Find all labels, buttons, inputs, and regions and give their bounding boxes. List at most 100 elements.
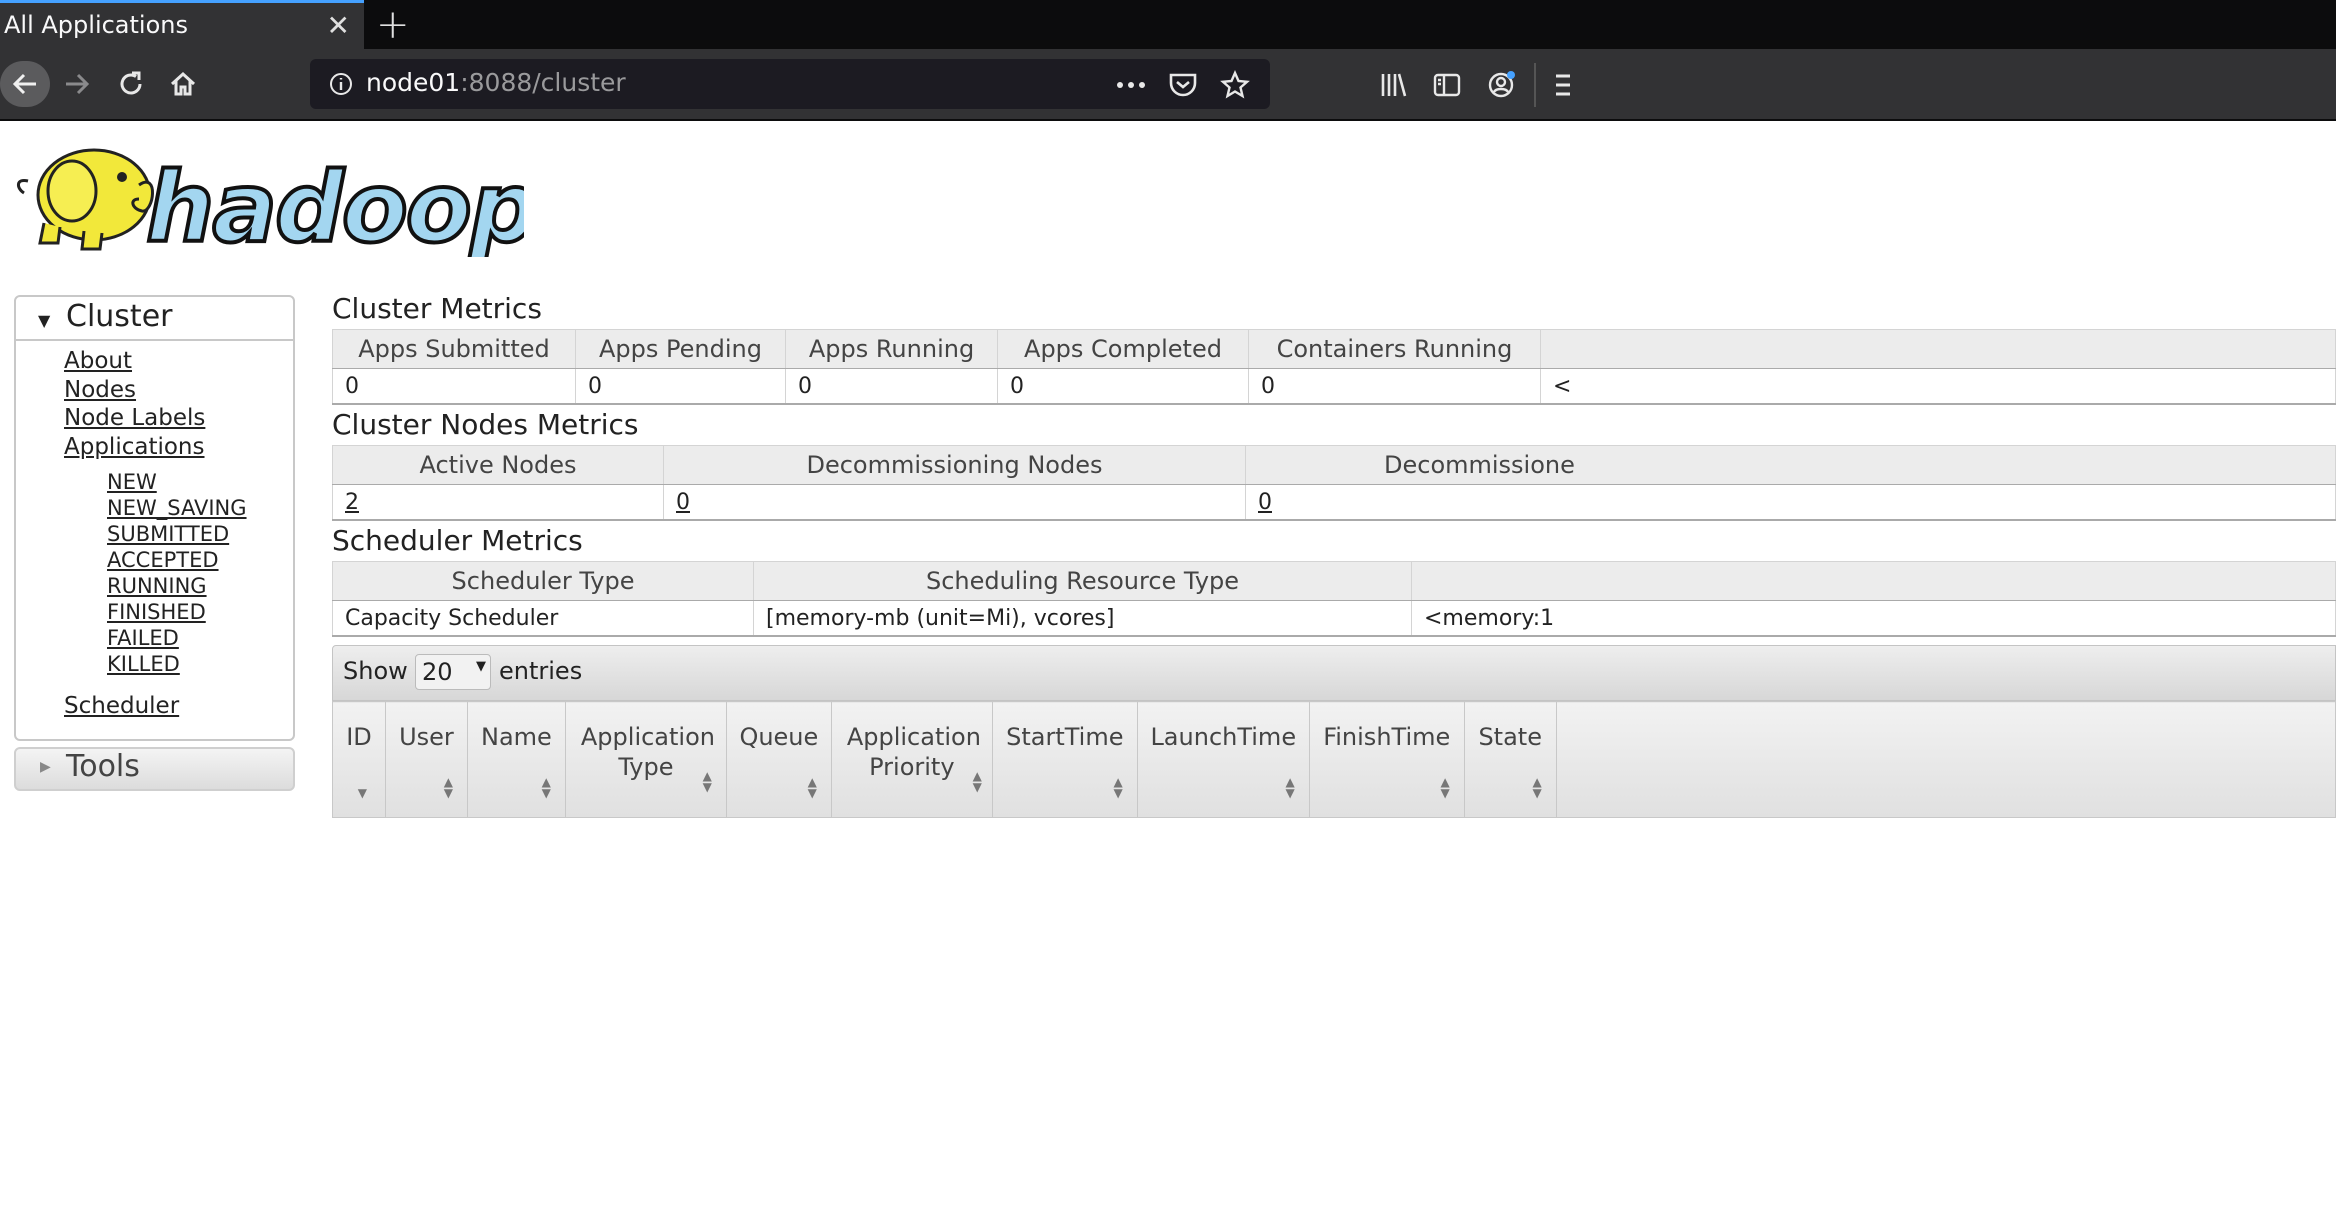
column-launch-time[interactable]: LaunchTime ▲ ▼ (1136, 701, 1310, 818)
cluster-panel: ▼ Cluster About Nodes Node Labels Applic… (14, 295, 295, 741)
column-launch-time-label: LaunchTime (1150, 723, 1297, 751)
tools-panel-title: Tools (66, 749, 140, 784)
forward-arrow-icon (66, 73, 90, 95)
tab-title: All Applications (4, 11, 188, 39)
sidebar-toggle-icon[interactable] (1432, 70, 1462, 100)
tab-bar: All Applications ✕ + (0, 0, 2336, 49)
column-user[interactable]: User ▲ ▼ (384, 701, 468, 818)
url-path: :8088/cluster (460, 68, 626, 97)
sort-icon: ▲ ▼ (1440, 775, 1450, 800)
header-cluster-metric-more (1540, 329, 2336, 369)
value-active-nodes[interactable]: 2 (332, 484, 664, 521)
link-state-submitted[interactable]: SUBMITTED (107, 521, 247, 547)
link-scheduler[interactable]: Scheduler (64, 693, 179, 719)
header-apps-completed: Apps Completed (997, 329, 1249, 369)
cluster-metrics-title: Cluster Metrics (332, 292, 542, 325)
link-about[interactable]: About (64, 347, 205, 376)
link-state-failed[interactable]: FAILED (107, 625, 247, 651)
header-scheduling-resource-type: Scheduling Resource Type (753, 561, 1412, 601)
value-containers-running: 0 (1248, 368, 1541, 405)
menu-icon[interactable] (1556, 71, 1570, 99)
value-apps-completed: 0 (997, 368, 1249, 405)
column-id-label: ID (346, 723, 372, 751)
column-finish-time[interactable]: FinishTime ▲ ▼ (1308, 701, 1465, 818)
header-containers-running: Containers Running (1248, 329, 1541, 369)
info-icon[interactable] (328, 71, 354, 97)
library-icon[interactable] (1378, 70, 1408, 100)
chevron-down-icon: ▼ (476, 659, 486, 674)
column-queue[interactable]: Queue ▲ ▼ (725, 701, 832, 818)
link-state-finished[interactable]: FINISHED (107, 599, 247, 625)
value-apps-pending: 0 (575, 368, 786, 405)
cluster-links: About Nodes Node Labels Applications (64, 347, 205, 461)
application-state-links: NEW NEW_SAVING SUBMITTED ACCEPTED RUNNIN… (107, 469, 247, 677)
header-apps-submitted: Apps Submitted (332, 329, 576, 369)
reload-button[interactable] (108, 61, 154, 107)
header-active-nodes: Active Nodes (332, 445, 664, 485)
link-applications[interactable]: Applications (64, 433, 205, 462)
close-tab-icon[interactable]: ✕ (327, 9, 350, 42)
caret-down-icon: ▼ (38, 311, 51, 330)
navigation-bar: node01:8088/cluster (0, 49, 2336, 121)
page-content: hadoop ▼ Cluster About Nodes Node Labels… (0, 121, 2336, 1206)
header-scheduler-metric-more (1411, 561, 2336, 601)
column-application-type[interactable]: Application Type ▲ ▼ (564, 701, 727, 818)
header-decommissioned-nodes: Decommissione (1245, 445, 2336, 485)
value-decommissioning-nodes[interactable]: 0 (663, 484, 1246, 521)
url-text[interactable]: node01:8088/cluster (366, 68, 626, 97)
entries-toolbar: Show 20 ▼ entries (332, 645, 2336, 701)
header-apps-pending: Apps Pending (575, 329, 786, 369)
column-id[interactable]: ID ▼ (332, 701, 386, 818)
back-arrow-icon (12, 73, 36, 95)
url-host: node01 (366, 68, 461, 97)
column-application-priority-label: Application Priority (846, 723, 981, 781)
tools-panel-header[interactable]: ▶ Tools (14, 747, 295, 791)
sort-icon: ▲ ▼ (1532, 775, 1542, 800)
cluster-panel-header[interactable]: ▼ Cluster (16, 297, 293, 341)
value-apps-submitted: 0 (332, 368, 576, 405)
scheduler-metrics-table: Scheduler Type Scheduling Resource Type … (332, 561, 2336, 637)
value-cluster-metric-more: < (1540, 368, 2336, 405)
column-name-label: Name (481, 723, 552, 751)
forward-button[interactable] (54, 61, 100, 107)
home-button[interactable] (160, 61, 206, 107)
value-decommissioned-nodes[interactable]: 0 (1245, 484, 2336, 521)
value-apps-running: 0 (785, 368, 998, 405)
header-apps-running: Apps Running (785, 329, 998, 369)
value-scheduling-resource-type: [memory-mb (unit=Mi), vcores] (753, 600, 1412, 637)
toolbar-separator (1534, 63, 1536, 107)
sort-icon: ▲ ▼ (702, 769, 712, 794)
more-actions-icon[interactable] (1116, 80, 1146, 90)
header-scheduler-type: Scheduler Type (332, 561, 754, 601)
link-state-running[interactable]: RUNNING (107, 573, 247, 599)
sort-icon: ▲ ▼ (1285, 775, 1295, 800)
column-application-priority[interactable]: Application Priority ▲ ▼ (830, 701, 993, 818)
home-icon (170, 71, 196, 96)
sort-icon: ▲ ▼ (1113, 775, 1123, 800)
browser-tab[interactable]: All Applications ✕ (0, 0, 364, 49)
column-start-time[interactable]: StartTime ▲ ▼ (991, 701, 1138, 818)
caret-right-icon: ▶ (40, 759, 51, 775)
column-name[interactable]: Name ▲ ▼ (466, 701, 566, 818)
link-state-killed[interactable]: KILLED (107, 651, 247, 677)
bookmark-star-icon[interactable] (1220, 70, 1250, 100)
column-more (1555, 701, 2336, 818)
hadoop-logo[interactable]: hadoop (14, 133, 524, 257)
header-decommissioning-nodes: Decommissioning Nodes (663, 445, 1246, 485)
link-state-accepted[interactable]: ACCEPTED (107, 547, 247, 573)
pocket-icon[interactable] (1168, 71, 1198, 99)
link-state-new[interactable]: NEW (107, 469, 247, 495)
link-node-labels[interactable]: Node Labels (64, 404, 205, 433)
back-button[interactable] (0, 61, 50, 107)
reload-icon (120, 71, 142, 95)
link-nodes[interactable]: Nodes (64, 376, 205, 405)
sort-icon: ▲ ▼ (443, 775, 453, 800)
column-start-time-label: StartTime (1006, 723, 1124, 751)
link-state-new-saving[interactable]: NEW_SAVING (107, 495, 247, 521)
column-finish-time-label: FinishTime (1323, 723, 1451, 751)
page-size-select[interactable]: 20 ▼ (415, 654, 491, 690)
account-icon[interactable] (1486, 69, 1518, 101)
url-bar[interactable]: node01:8088/cluster (310, 59, 1270, 109)
new-tab-icon[interactable]: + (376, 2, 410, 48)
column-state[interactable]: State ▲ ▼ (1463, 701, 1557, 818)
